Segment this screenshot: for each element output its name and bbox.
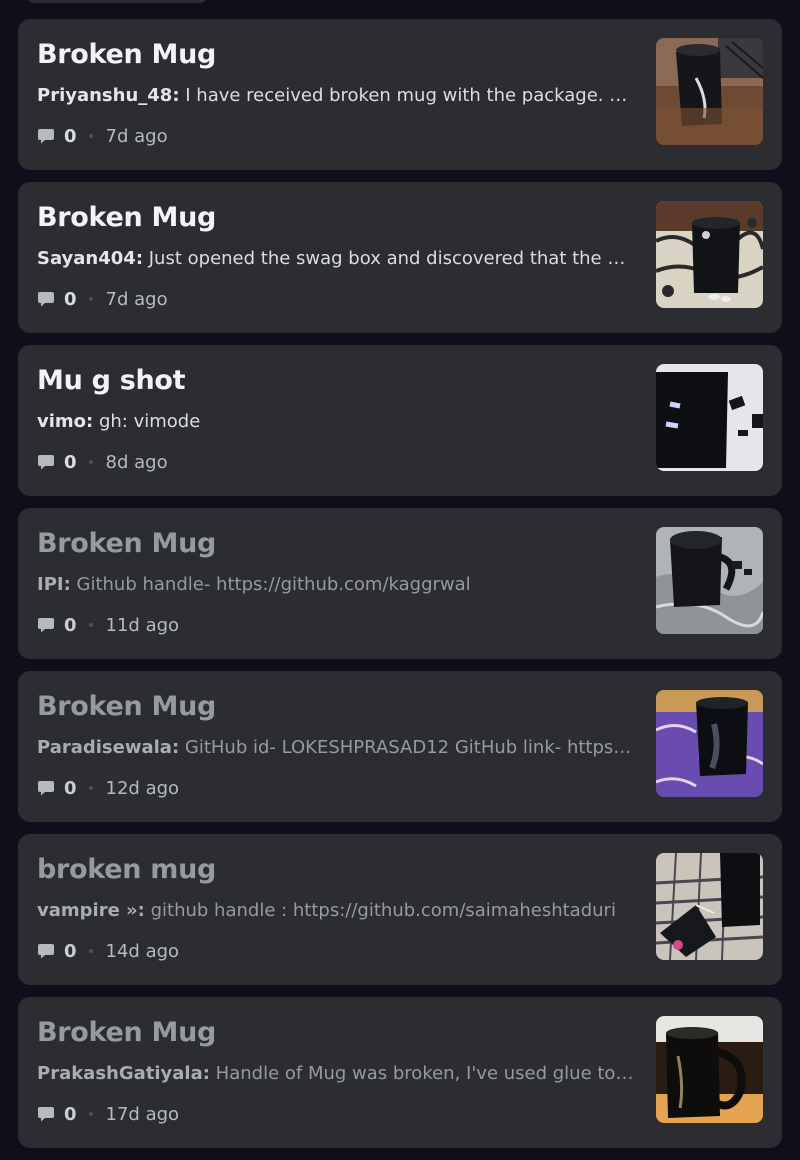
thread-thumbnail[interactable] (656, 527, 763, 634)
thread-thumbnail[interactable] (656, 201, 763, 308)
thread-preview: Paradisewala: GitHub id- LOKESHPRASAD12 … (37, 737, 637, 758)
thread-meta: 0 11d ago (37, 613, 179, 637)
mug-photo (656, 364, 763, 471)
broken-mug-photo (656, 201, 763, 308)
preview-message: Handle of Mug was broken, I've used glue… (209, 1063, 637, 1084)
thread-card[interactable]: broken mug vampire »: github handle : ht… (18, 834, 782, 985)
reply-count: 0 (64, 451, 77, 473)
thread-meta: 0 14d ago (37, 939, 179, 963)
thread-card[interactable]: Broken Mug Priyanshu_48: I have received… (18, 19, 782, 170)
thread-list: Broken Mug Priyanshu_48: I have received… (18, 19, 782, 1160)
thread-meta: 0 7d ago (37, 124, 168, 148)
thread-title: broken mug (37, 854, 217, 885)
thread-age: 7d ago (105, 288, 168, 310)
thread-age: 12d ago (105, 777, 180, 799)
thread-meta: 0 7d ago (37, 287, 168, 311)
meta-separator-dot (88, 460, 93, 464)
preview-message: gh: vimode (93, 411, 201, 432)
broken-mug-photo (656, 38, 763, 145)
reply-count: 0 (64, 1103, 77, 1125)
thread-preview: vampire »: github handle : https://githu… (37, 900, 637, 921)
thread-age: 14d ago (105, 940, 180, 962)
mug-photo (656, 690, 763, 797)
comment-icon (38, 781, 54, 796)
preview-author: vampire »: (37, 900, 145, 921)
thread-title: Broken Mug (37, 202, 217, 233)
thread-preview: Priyanshu_48: I have received broken mug… (37, 85, 637, 106)
meta-separator-dot (88, 786, 93, 790)
preview-author: Priyanshu_48: (37, 85, 180, 106)
meta-separator-dot (88, 623, 93, 627)
preview-author: IPI: (37, 574, 71, 595)
thread-title: Broken Mug (37, 528, 217, 559)
reply-count: 0 (64, 940, 77, 962)
preview-message: Just opened the swag box and discovered … (143, 248, 637, 269)
comment-icon (38, 944, 54, 959)
thread-card[interactable]: Broken Mug IPI: Github handle- https://g… (18, 508, 782, 659)
preview-message: github handle : https://github.com/saima… (144, 900, 616, 921)
thread-card[interactable]: Broken Mug Paradisewala: GitHub id- LOKE… (18, 671, 782, 822)
preview-author: Sayan404: (37, 248, 144, 269)
thread-preview: Sayan404: Just opened the swag box and d… (37, 248, 637, 269)
thread-title: Broken Mug (37, 1017, 217, 1048)
thread-age: 8d ago (105, 451, 168, 473)
preview-message: Github handle- https://github.com/kaggrw… (70, 574, 471, 595)
preview-message: I have received broken mug with the pack… (179, 85, 637, 106)
reply-count: 0 (64, 777, 77, 799)
thread-card[interactable]: Broken Mug PrakashGatiyala: Handle of Mu… (18, 997, 782, 1148)
thread-card[interactable]: Broken Mug Sayan404: Just opened the swa… (18, 182, 782, 333)
thread-title: Broken Mug (37, 39, 217, 70)
previous-thread-card-edge (26, 0, 208, 3)
thread-title: Mu g shot (37, 365, 186, 396)
thread-meta: 0 8d ago (37, 450, 168, 474)
thread-thumbnail[interactable] (656, 1016, 763, 1123)
preview-author: PrakashGatiyala: (37, 1063, 210, 1084)
thread-meta: 0 12d ago (37, 776, 179, 800)
preview-message: GitHub id- LOKESHPRASAD12 GitHub link- h… (179, 737, 637, 758)
thread-thumbnail[interactable] (656, 853, 763, 960)
broken-mug-photo (656, 853, 763, 960)
thread-meta: 0 17d ago (37, 1102, 179, 1126)
meta-separator-dot (88, 1112, 93, 1116)
comment-icon (38, 618, 54, 633)
thread-thumbnail[interactable] (656, 690, 763, 797)
thread-preview: vimo: gh: vimode (37, 411, 637, 432)
reply-count: 0 (64, 288, 77, 310)
mug-photo (656, 1016, 763, 1123)
thread-thumbnail[interactable] (656, 38, 763, 145)
thread-age: 17d ago (105, 1103, 180, 1125)
meta-separator-dot (88, 297, 93, 301)
thread-preview: PrakashGatiyala: Handle of Mug was broke… (37, 1063, 637, 1084)
comment-icon (38, 1107, 54, 1122)
thread-age: 7d ago (105, 125, 168, 147)
comment-icon (38, 129, 54, 144)
thread-age: 11d ago (105, 614, 180, 636)
reply-count: 0 (64, 125, 77, 147)
reply-count: 0 (64, 614, 77, 636)
thread-thumbnail[interactable] (656, 364, 763, 471)
thread-title: Broken Mug (37, 691, 217, 722)
comment-icon (38, 292, 54, 307)
meta-separator-dot (88, 949, 93, 953)
meta-separator-dot (88, 134, 93, 138)
preview-author: Paradisewala: (37, 737, 180, 758)
broken-mug-photo (656, 527, 763, 634)
thread-preview: IPI: Github handle- https://github.com/k… (37, 574, 637, 595)
comment-icon (38, 455, 54, 470)
preview-author: vimo: (37, 411, 94, 432)
thread-card[interactable]: Mu g shot vimo: gh: vimode 0 8d ago (18, 345, 782, 496)
